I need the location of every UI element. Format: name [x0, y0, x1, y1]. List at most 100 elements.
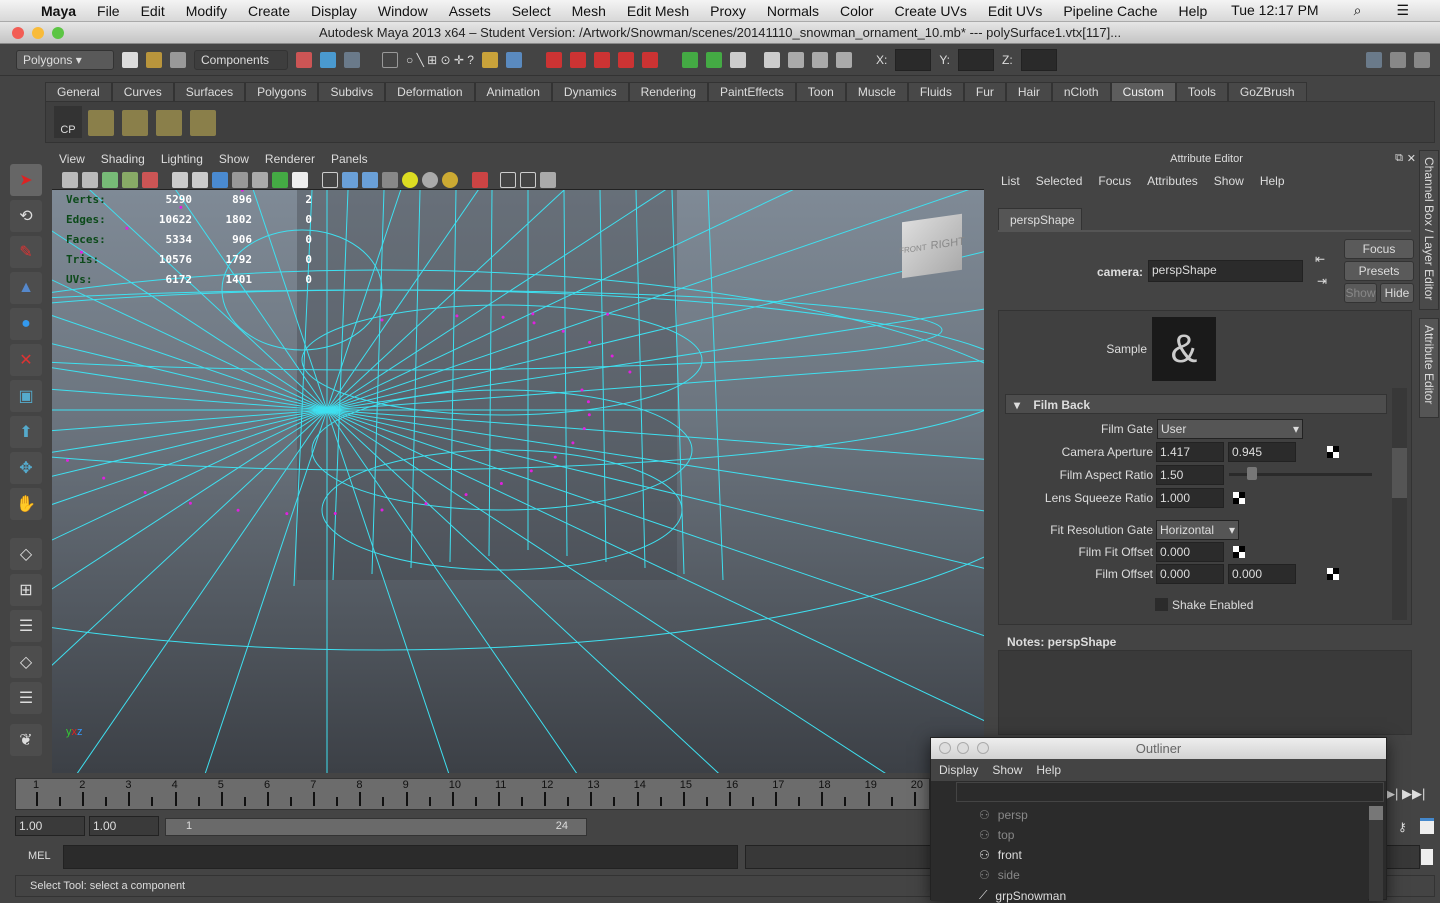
tab-subdivs[interactable]: Subdivs [318, 82, 386, 101]
menu-help[interactable]: Help [1179, 3, 1208, 19]
bookmark-icon[interactable] [102, 172, 118, 188]
spotlight-search-icon[interactable]: ⌕ [1354, 2, 1362, 19]
mesh-vertex[interactable] [464, 493, 468, 497]
minimize-outliner-button[interactable] [957, 742, 969, 754]
lock-icon[interactable] [481, 51, 498, 68]
show-manipulator-icon[interactable]: ✥ [10, 452, 42, 484]
soft-mod-icon[interactable]: ⬆ [10, 416, 42, 448]
tab-tools[interactable]: Tools [1175, 82, 1228, 101]
mesh-vertex[interactable] [586, 400, 590, 404]
clock[interactable]: Tue 12:17 PM [1231, 2, 1318, 19]
mesh-vertex[interactable] [236, 508, 240, 512]
viewport-menu-renderer[interactable]: Renderer [265, 152, 315, 170]
outliner-menu-display[interactable]: Display [939, 763, 978, 777]
tab-rendering[interactable]: Rendering [628, 82, 708, 101]
menu-pipeline-cache[interactable]: Pipeline Cache [1063, 3, 1157, 19]
mesh-vertex[interactable] [571, 441, 575, 445]
mel-label[interactable]: MEL [28, 850, 51, 862]
viewport-menu-panels[interactable]: Panels [331, 152, 368, 170]
map-texture-icon[interactable] [1233, 546, 1245, 558]
time-slider[interactable]: 1 2 3 4 5 6 7 8 9 10 11 12 13 14 15 16 17 18 19 20 [15, 778, 939, 810]
tab-perspShape[interactable]: perspShape [998, 208, 1082, 230]
toggle-tool-settings-icon[interactable] [1390, 51, 1406, 68]
tab-custom[interactable]: Custom [1110, 82, 1176, 101]
mesh-vertex[interactable] [499, 482, 503, 486]
ipr-render-icon[interactable] [811, 51, 828, 68]
grid-icon[interactable] [172, 172, 188, 188]
menu-set-dropdown[interactable]: Polygons ▾ [16, 49, 114, 70]
ae-menu-focus[interactable]: Focus [1098, 174, 1131, 188]
live-surface-icon[interactable] [641, 51, 658, 68]
camera-aperture-y-field[interactable]: 0.945 [1228, 442, 1296, 462]
wireframe-on-shaded-icon[interactable] [362, 172, 378, 188]
snap-plane-icon[interactable] [617, 51, 634, 68]
mesh-vertex[interactable] [240, 190, 244, 192]
pick-edge-icon[interactable]: ○ ╲ ⊞ ⊙ ✛ ? [406, 53, 474, 67]
map-texture-icon[interactable] [1327, 446, 1339, 458]
mesh-vertex[interactable] [188, 501, 192, 505]
menu-modify[interactable]: Modify [186, 3, 227, 19]
toggle-channel-box-icon[interactable] [1414, 51, 1430, 68]
film-aspect-ratio-field[interactable]: 1.50 [1156, 465, 1224, 485]
select-tool-icon[interactable]: ➤ [10, 164, 42, 196]
pick-vertex-icon[interactable] [382, 51, 398, 68]
outliner-item-side[interactable]: ⚇ side [979, 868, 1020, 882]
open-scene-icon[interactable] [146, 51, 162, 68]
mesh-vertex[interactable] [588, 340, 592, 344]
auto-key-icon[interactable]: ⚷ [1398, 820, 1407, 834]
safe-title-icon[interactable] [292, 172, 308, 188]
viewport-menu-shading[interactable]: Shading [101, 152, 145, 170]
outliner-menu-help[interactable]: Help [1036, 763, 1061, 777]
ae-menu-list[interactable]: List [1001, 174, 1020, 188]
tab-deformation[interactable]: Deformation [385, 82, 475, 101]
film-gate-dropdown[interactable]: User ▾ [1157, 419, 1303, 439]
tab-hair[interactable]: Hair [1005, 82, 1052, 101]
show-button[interactable]: Show [1344, 283, 1377, 303]
camera-attributes-icon[interactable] [82, 172, 98, 188]
close-panel-icon[interactable]: ✕ [1407, 152, 1416, 165]
mesh-vertex[interactable] [65, 458, 69, 462]
smooth-shade-icon[interactable] [342, 172, 358, 188]
view-cube[interactable]: FRONT RIGHT [899, 213, 965, 279]
new-scene-icon[interactable] [122, 51, 138, 68]
rotate-tool-icon[interactable]: ● [10, 308, 42, 340]
menu-color[interactable]: Color [840, 3, 873, 19]
mesh-vertex[interactable] [610, 354, 614, 358]
film-offset-x-field[interactable]: 0.000 [1156, 564, 1224, 584]
notes-field[interactable] [998, 650, 1412, 735]
menu-window[interactable]: Window [378, 3, 428, 19]
hide-button[interactable]: Hide [1380, 283, 1414, 303]
last-tool-icon[interactable]: ✋ [10, 488, 42, 520]
tab-channel-box[interactable]: Channel Box / Layer Editor [1419, 150, 1439, 310]
attribute-scrollbar[interactable] [1392, 388, 1407, 620]
zoom-window-button[interactable] [52, 27, 64, 39]
menu-create-uvs[interactable]: Create UVs [895, 3, 967, 19]
default-light-icon[interactable] [402, 172, 418, 188]
float-panel-icon[interactable]: ⧉ [1395, 152, 1403, 165]
tab-ncloth[interactable]: nCloth [1051, 82, 1111, 101]
film-back-section-header[interactable]: ▾ Film Back [1005, 394, 1387, 414]
ae-menu-show[interactable]: Show [1214, 174, 1244, 188]
toggle-attribute-editor-icon[interactable] [1366, 51, 1382, 68]
start-time-field[interactable]: 1.00 [15, 816, 85, 836]
playback-controls[interactable]: ▶| ▶▶| [1385, 786, 1425, 802]
tab-general[interactable]: General [45, 82, 112, 101]
camera-select-icon[interactable] [62, 172, 78, 188]
select-hierarchy-icon[interactable] [296, 51, 312, 68]
minimize-window-button[interactable] [32, 27, 44, 39]
tab-toon[interactable]: Toon [795, 82, 846, 101]
map-texture-icon[interactable] [1327, 568, 1339, 580]
tab-attribute-editor[interactable]: Attribute Editor [1419, 318, 1439, 418]
menu-create[interactable]: Create [248, 3, 290, 19]
mesh-vertex[interactable] [333, 511, 337, 515]
mesh-vertex[interactable] [628, 370, 632, 374]
fit-resolution-gate-dropdown[interactable]: Horizontal ▾ [1156, 520, 1239, 540]
tab-fluids[interactable]: Fluids [907, 82, 964, 101]
menu-normals[interactable]: Normals [767, 3, 819, 19]
menu-edit-uvs[interactable]: Edit UVs [988, 3, 1042, 19]
outliner-item-top[interactable]: ⚇ top [979, 828, 1014, 842]
mesh-vertex[interactable] [606, 312, 610, 316]
map-texture-icon[interactable] [1233, 492, 1245, 504]
notification-list-icon[interactable]: ☰ [1396, 2, 1409, 19]
select-component-icon[interactable] [344, 51, 360, 68]
